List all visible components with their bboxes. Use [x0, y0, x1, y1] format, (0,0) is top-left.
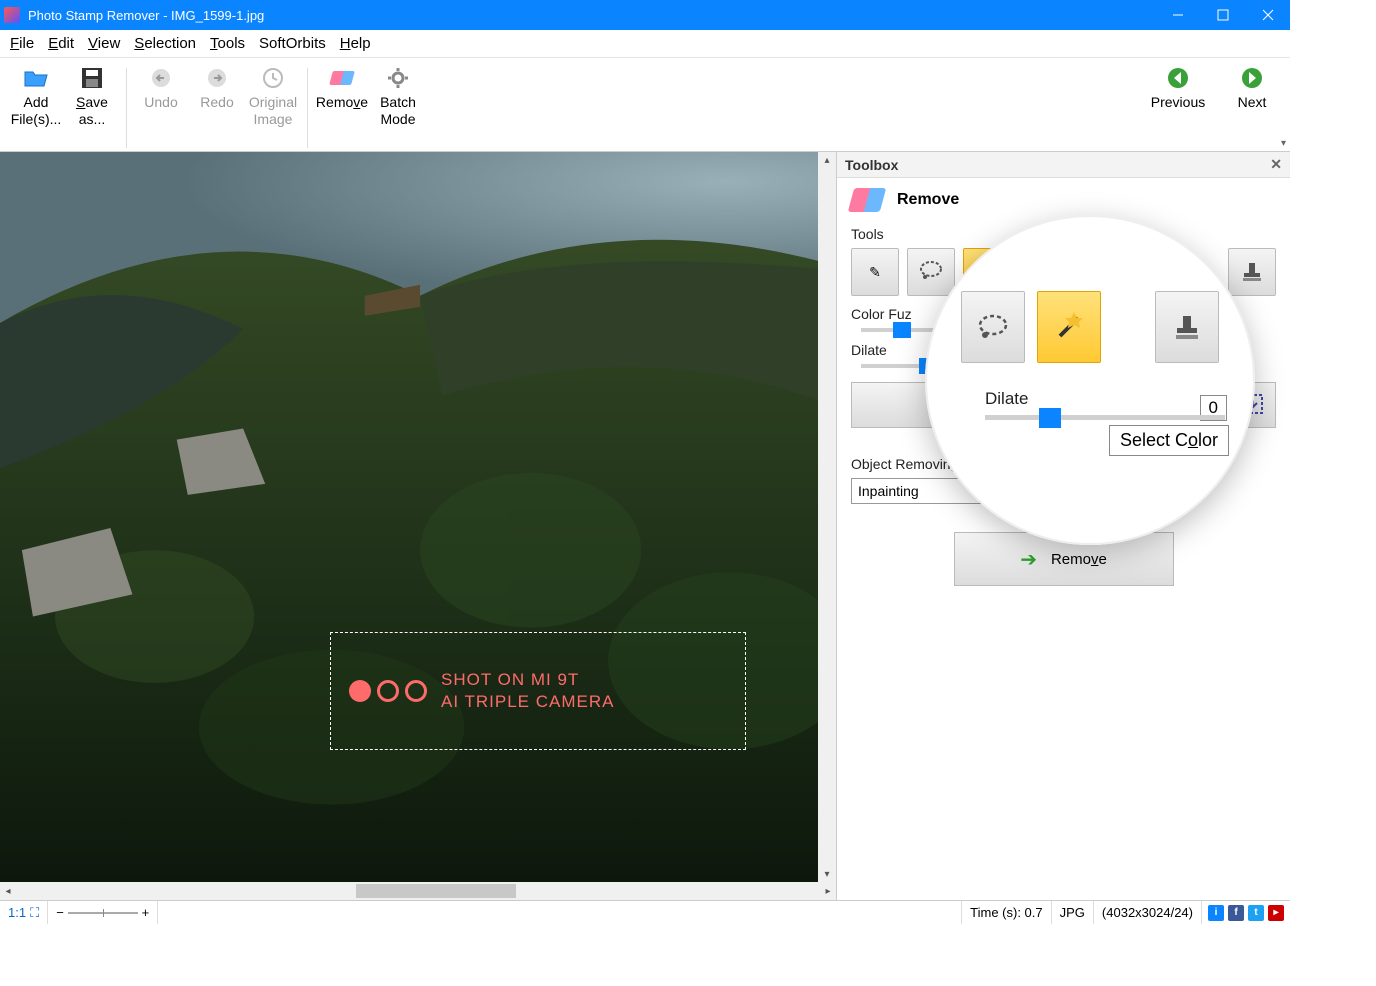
main-area: SHOT ON MI 9T AI TRIPLE CAMERA ▴ ▾ ◂ ▸ T…	[0, 152, 1290, 900]
color-fuzz-slider[interactable]	[861, 328, 1171, 332]
maximize-button[interactable]	[1200, 0, 1245, 30]
status-dimensions: (4032x3024/24)	[1094, 901, 1202, 924]
dilate-slider[interactable]	[861, 364, 1171, 368]
status-format: JPG	[1052, 901, 1094, 924]
undo-button[interactable]: Undo	[133, 62, 189, 115]
original-image-button[interactable]: Original Image	[245, 62, 301, 132]
gear-icon	[386, 66, 410, 90]
redo-icon	[205, 66, 229, 90]
horizontal-scrollbar[interactable]: ◂ ▸	[0, 882, 836, 900]
photo-content	[0, 152, 818, 882]
toolbox-title: Toolbox	[845, 157, 898, 173]
eraser-icon	[848, 188, 886, 212]
pencil-tool-button[interactable]: ✎	[851, 248, 899, 296]
menu-bar: File Edit View Selection Tools SoftOrbit…	[0, 30, 1290, 58]
window-title: Photo Stamp Remover - IMG_1599-1.jpg	[28, 8, 264, 23]
pencil-icon: ✎	[869, 264, 881, 281]
batch-mode-button[interactable]: Batch Mode	[370, 62, 426, 132]
watermark-dots-icon	[349, 680, 427, 702]
remove-section-title: Remove	[897, 191, 959, 209]
vertical-scrollbar[interactable]: ▴ ▾	[818, 152, 836, 882]
clear-selection-button[interactable]: Clear Selection	[851, 382, 1172, 428]
toolbar: Add File(s)... Save as... Undo Redo Orig…	[0, 58, 1290, 152]
stamp-icon	[1240, 259, 1264, 286]
previous-button[interactable]: Previous	[1146, 62, 1210, 115]
app-icon	[4, 7, 20, 23]
fit-screen-icon[interactable]: ⛶	[30, 905, 39, 921]
eraser-icon	[330, 66, 354, 90]
lasso-tool-button[interactable]	[907, 248, 955, 296]
load-mask-icon	[1242, 393, 1264, 418]
menu-selection[interactable]: Selection	[134, 35, 196, 52]
watermark-text: SHOT ON MI 9T AI TRIPLE CAMERA	[441, 669, 614, 713]
close-button[interactable]	[1245, 0, 1290, 30]
info-icon[interactable]: i	[1208, 905, 1224, 921]
toolbox-panel: Toolbox ✕ Remove Tools ✎ Color Fuz Dilat…	[836, 152, 1290, 900]
zoom-ratio[interactable]: 1:1 ⛶	[0, 901, 48, 924]
scroll-left-icon[interactable]: ◂	[0, 886, 16, 897]
mode-label: Object Removing Mode	[851, 456, 1276, 472]
menu-file[interactable]: File	[10, 35, 34, 52]
menu-edit[interactable]: Edit	[48, 35, 74, 52]
next-button[interactable]: Next	[1220, 62, 1284, 115]
remove-button[interactable]: Remove	[314, 62, 370, 115]
status-bar: 1:1 ⛶ − + Time (s): 0.7 JPG (4032x3024/2…	[0, 900, 1290, 924]
add-files-button[interactable]: Add File(s)...	[8, 62, 64, 132]
folder-open-icon	[24, 66, 48, 90]
facebook-icon[interactable]: f	[1228, 905, 1244, 921]
twitter-icon[interactable]: t	[1248, 905, 1264, 921]
zoom-in-icon[interactable]: +	[142, 905, 150, 920]
menu-help[interactable]: Help	[340, 35, 371, 52]
selection-marquee[interactable]: SHOT ON MI 9T AI TRIPLE CAMERA	[330, 632, 746, 750]
lasso-icon	[918, 260, 944, 285]
clone-stamp-tool-button[interactable]	[1228, 248, 1276, 296]
tools-label: Tools	[851, 226, 1276, 242]
undo-icon	[149, 66, 173, 90]
title-bar: Photo Stamp Remover - IMG_1599-1.jpg	[0, 0, 1290, 30]
scroll-down-icon[interactable]: ▾	[824, 866, 829, 882]
magic-wand-tool-button[interactable]	[963, 248, 1011, 296]
toolbar-overflow-icon[interactable]: ▾	[1281, 138, 1286, 149]
dilate-label: Dilate	[851, 342, 1276, 358]
status-time: Time (s): 0.7	[962, 901, 1051, 924]
save-mask-icon	[1190, 393, 1212, 418]
mode-value: Inpainting	[858, 483, 919, 499]
scroll-thumb[interactable]	[356, 884, 516, 898]
youtube-icon[interactable]: ▸	[1268, 905, 1284, 921]
redo-button[interactable]: Redo	[189, 62, 245, 115]
menu-tools[interactable]: Tools	[210, 35, 245, 52]
load-selection-button[interactable]	[1230, 382, 1276, 428]
save-selection-button[interactable]	[1178, 382, 1224, 428]
toolbox-close-icon[interactable]: ✕	[1270, 156, 1282, 173]
clock-icon	[261, 66, 285, 90]
remove-action-button[interactable]: ➔ Remove	[954, 532, 1174, 586]
mode-select[interactable]: Inpainting ▾	[851, 478, 1121, 504]
floppy-icon	[80, 66, 104, 90]
menu-softorbits[interactable]: SoftOrbits	[259, 35, 326, 52]
magic-wand-icon	[975, 259, 999, 286]
minimize-button[interactable]	[1155, 0, 1200, 30]
previous-icon	[1166, 66, 1190, 90]
color-fuzz-label: Color Fuz	[851, 306, 1276, 322]
go-arrow-icon: ➔	[1020, 547, 1037, 572]
scroll-right-icon[interactable]: ▸	[820, 886, 836, 897]
chevron-down-icon: ▾	[1109, 483, 1116, 500]
menu-view[interactable]: View	[88, 35, 120, 52]
zoom-out-icon[interactable]: −	[56, 905, 64, 920]
next-icon	[1240, 66, 1264, 90]
zoom-slider[interactable]: − +	[48, 901, 158, 924]
save-as-button[interactable]: Save as...	[64, 62, 120, 132]
image-canvas[interactable]: SHOT ON MI 9T AI TRIPLE CAMERA	[0, 152, 818, 882]
scroll-up-icon[interactable]: ▴	[824, 152, 829, 168]
